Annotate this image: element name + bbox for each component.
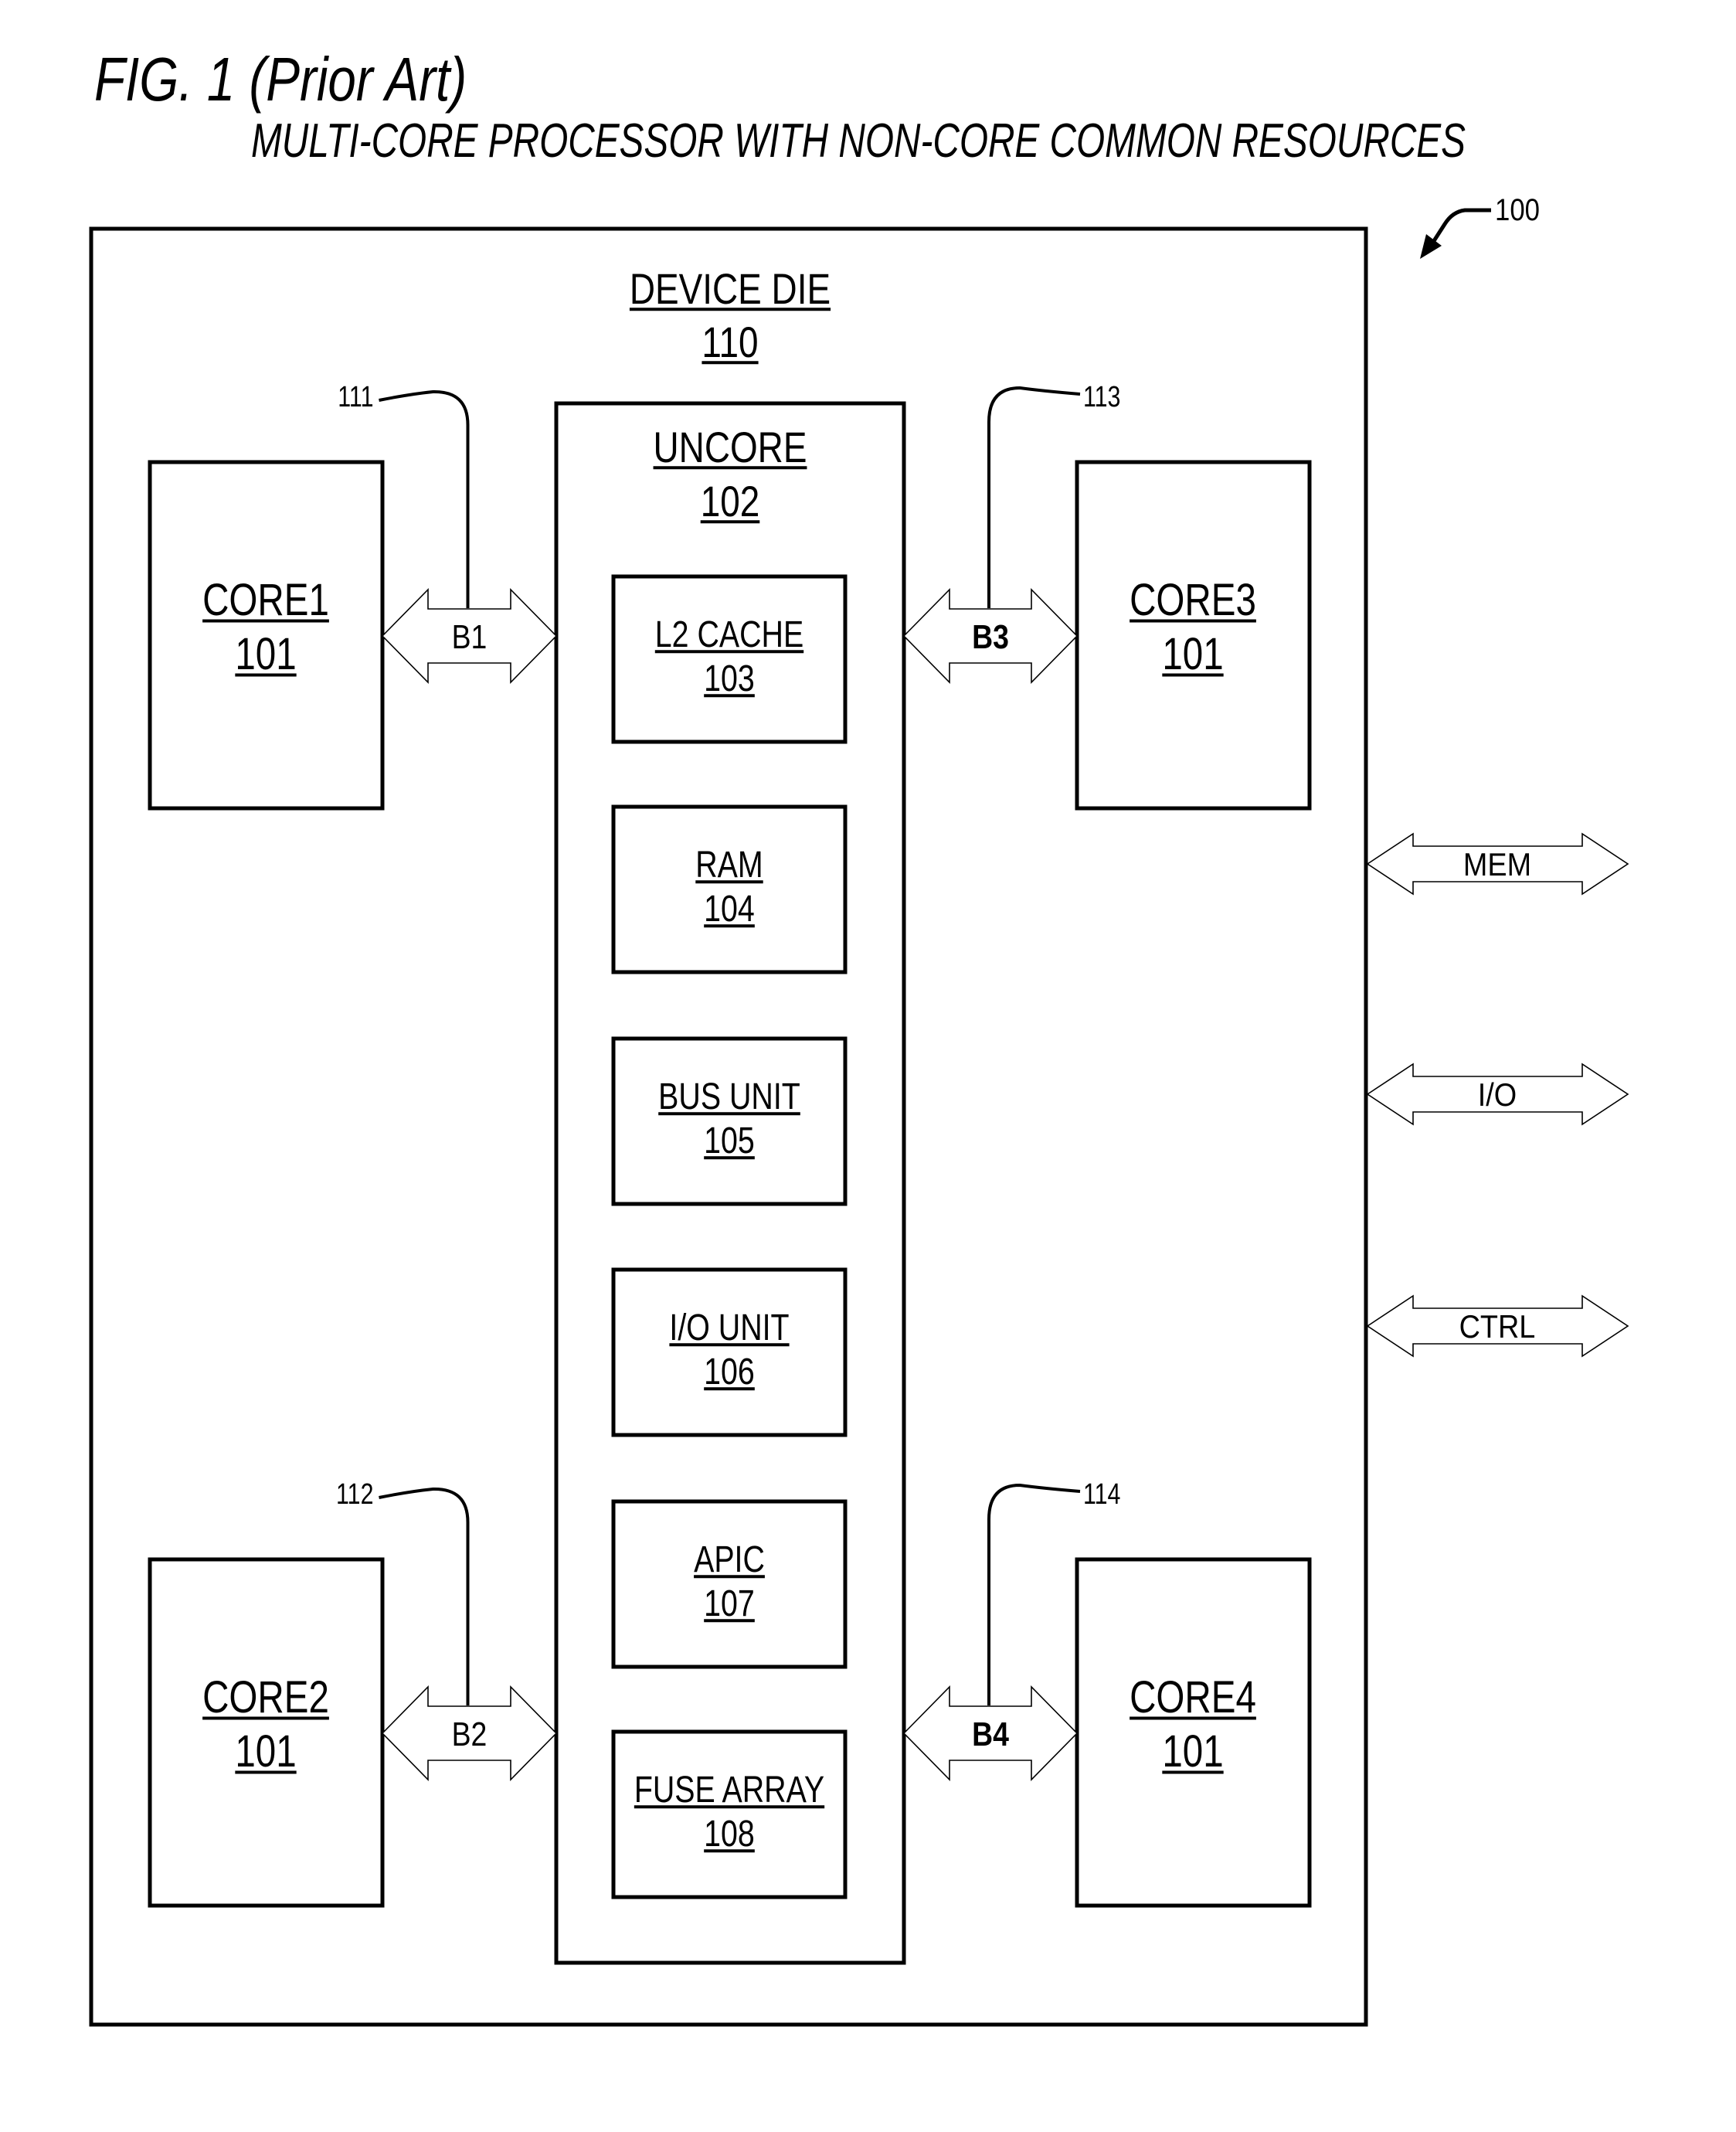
uncore-block-i-o-unit: I/O UNIT106: [611, 1267, 848, 1437]
external-buses: MEM I/O CTRL: [1366, 832, 1629, 1358]
core-ref: 101: [235, 630, 297, 680]
uncore-block-name-text: I/O UNIT: [669, 1307, 789, 1348]
external-bus-label: I/O: [1478, 1077, 1517, 1113]
external-bus-label: MEM: [1463, 847, 1531, 882]
uncore-block-name: FUSE ARRAY: [634, 1769, 825, 1811]
core-name-text: CORE3: [1130, 576, 1256, 626]
uncore-block-l2-cache: L2 CACHE103: [611, 574, 848, 744]
external-bus-label: CTRL: [1459, 1309, 1536, 1345]
core-name: CORE1: [202, 576, 329, 626]
core-3: CORE3101: [1075, 460, 1312, 811]
uncore-block-name-text: FUSE ARRAY: [634, 1769, 824, 1811]
uncore-name: UNCORE: [653, 423, 807, 471]
external-bus-ctrl: CTRL: [1366, 1294, 1629, 1358]
uncore-block-ref: 103: [704, 658, 755, 699]
uncore-block-name-text: BUS UNIT: [658, 1076, 800, 1117]
core-1: CORE1101: [148, 460, 385, 811]
core-name-text: CORE1: [202, 576, 329, 626]
core-name-text: CORE4: [1130, 1673, 1256, 1723]
uncore-block-name: I/O UNIT: [669, 1307, 790, 1348]
uncore-block-ref-text: 104: [704, 888, 755, 930]
uncore-block-name-text: L2 CACHE: [655, 614, 803, 655]
uncore-ref: 102: [700, 478, 760, 525]
bus-ref-label: 113: [1083, 381, 1120, 413]
bus-ref-label: 112: [336, 1478, 373, 1511]
core-ref-text: 101: [235, 1727, 296, 1777]
uncore-block-ref: 105: [704, 1120, 755, 1161]
bus-label: B3: [972, 617, 1009, 656]
device-die-ref: 110: [702, 318, 759, 366]
external-bus-mem: MEM: [1366, 832, 1629, 896]
uncore-block-ref: 104: [704, 888, 755, 930]
core-4: CORE4101: [1075, 1557, 1312, 1908]
figure-subtitle: MULTI-CORE PROCESSOR WITH NON-CORE COMMO…: [251, 114, 1466, 168]
uncore-block-name: BUS UNIT: [658, 1076, 800, 1117]
core-ref: 101: [1162, 630, 1224, 680]
bus-ref-label: 114: [1083, 1478, 1120, 1511]
uncore-block-name-text: RAM: [695, 844, 763, 886]
core-ref: 101: [235, 1727, 297, 1777]
figure-title: FIG. 1 (Prior Art): [94, 45, 467, 114]
device-die-name: DEVICE DIE: [629, 265, 831, 313]
core-name: CORE3: [1130, 576, 1256, 626]
uncore-block-ram: RAM104: [611, 804, 848, 974]
core-ref-text: 101: [1162, 630, 1223, 680]
core-name: CORE4: [1130, 1673, 1256, 1723]
uncore-block-name: APIC: [694, 1539, 765, 1580]
figure-ref-label: 100: [1495, 193, 1540, 227]
uncore-block-fuse-array: FUSE ARRAY108: [611, 1729, 848, 1899]
uncore-block-apic: APIC107: [611, 1499, 848, 1669]
uncore-block-ref-text: 103: [704, 658, 755, 699]
core-ref: 101: [1162, 1727, 1224, 1777]
device-die-ref-text: 110: [702, 318, 758, 366]
uncore-block-ref: 106: [704, 1351, 755, 1392]
bus-label: B4: [972, 1715, 1009, 1753]
uncore-name-text: UNCORE: [654, 423, 807, 471]
bus-label: B2: [452, 1715, 488, 1753]
external-bus-io: I/O: [1366, 1063, 1629, 1126]
uncore-block-ref-text: 108: [704, 1813, 755, 1855]
uncore-block-ref-text: 107: [704, 1583, 755, 1624]
uncore-block-ref: 108: [704, 1813, 755, 1855]
core-ref-text: 101: [1162, 1727, 1223, 1777]
uncore-block-ref: 107: [704, 1583, 755, 1624]
uncore-block-ref-text: 106: [704, 1351, 755, 1392]
device-die-name-text: DEVICE DIE: [630, 265, 831, 313]
uncore-block-name: L2 CACHE: [654, 614, 804, 655]
diagram-canvas: FIG. 1 (Prior Art) MULTI-CORE PROCESSOR …: [89, 45, 1629, 2027]
bus-ref-label: 111: [338, 381, 373, 413]
core-ref-text: 101: [235, 630, 296, 680]
uncore-block-bus-unit: BUS UNIT105: [611, 1036, 848, 1206]
bus-label: B1: [452, 617, 488, 656]
uncore-ref-text: 102: [701, 478, 760, 525]
uncore-block-ref-text: 105: [704, 1120, 755, 1161]
uncore-block-name: RAM: [695, 844, 763, 886]
core-2: CORE2101: [148, 1557, 385, 1908]
core-name: CORE2: [202, 1673, 329, 1723]
figure-ref-arrow-icon: [1420, 208, 1491, 259]
uncore-block-name-text: APIC: [694, 1539, 765, 1580]
core-name-text: CORE2: [202, 1673, 329, 1723]
